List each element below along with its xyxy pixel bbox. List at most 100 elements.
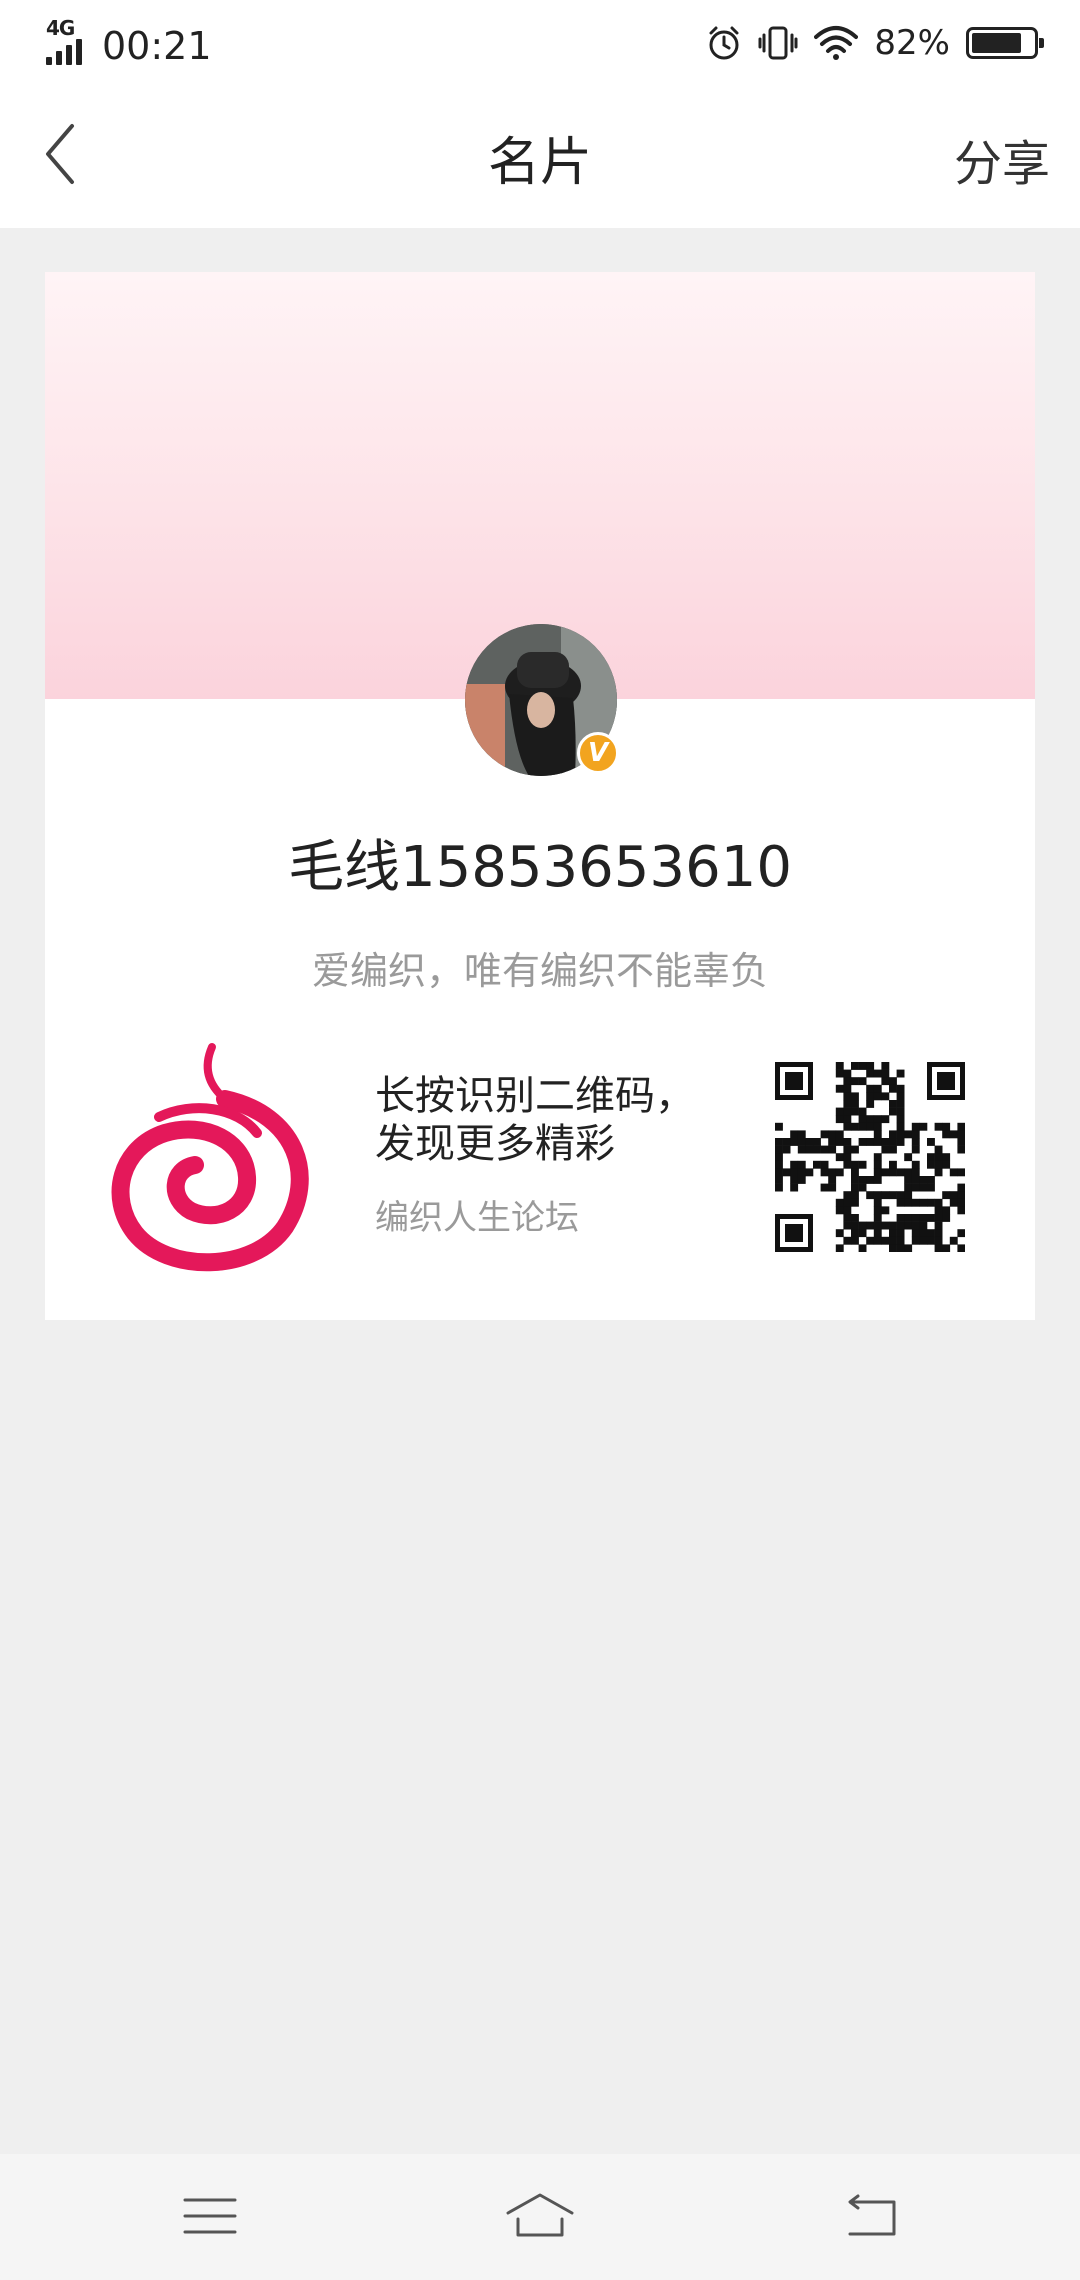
qr-module bbox=[927, 1183, 935, 1192]
qr-module bbox=[904, 1198, 913, 1207]
qr-module bbox=[775, 1122, 783, 1131]
qr-module bbox=[866, 1100, 875, 1108]
qr-module bbox=[896, 1168, 905, 1177]
qr-module bbox=[896, 1229, 905, 1238]
qr-module bbox=[775, 1176, 783, 1184]
battery-level bbox=[972, 33, 1022, 53]
qr-module bbox=[843, 1214, 852, 1222]
qr-module bbox=[873, 1229, 882, 1238]
qr-module bbox=[942, 1122, 951, 1131]
qr-module bbox=[858, 1138, 867, 1146]
qr-module bbox=[851, 1221, 859, 1230]
qr-module bbox=[873, 1084, 882, 1093]
qr-module bbox=[873, 1069, 882, 1078]
qr-module bbox=[896, 1236, 905, 1245]
qr-module bbox=[835, 1115, 844, 1124]
qr-module bbox=[904, 1244, 913, 1252]
qr-module bbox=[911, 1176, 920, 1184]
qr-module bbox=[843, 1100, 852, 1108]
qr-module bbox=[934, 1160, 943, 1169]
qr-module bbox=[927, 1198, 935, 1207]
qr-module bbox=[911, 1183, 920, 1192]
qr-module bbox=[949, 1191, 958, 1200]
qr-module bbox=[866, 1191, 875, 1200]
qr-module bbox=[843, 1092, 852, 1101]
qr-module bbox=[927, 1229, 935, 1238]
qr-module bbox=[889, 1191, 897, 1200]
qr-module bbox=[896, 1244, 905, 1252]
qr-module bbox=[957, 1183, 965, 1192]
qr-module bbox=[911, 1160, 920, 1169]
qr-module bbox=[873, 1138, 882, 1146]
qr-module bbox=[835, 1244, 844, 1252]
qr-module bbox=[790, 1183, 799, 1192]
qr-module bbox=[851, 1176, 859, 1184]
qr-module bbox=[858, 1229, 867, 1238]
qr-module bbox=[911, 1138, 920, 1146]
qr-module bbox=[957, 1130, 965, 1139]
qr-module bbox=[813, 1138, 821, 1146]
qr-module bbox=[873, 1221, 882, 1230]
qr-module bbox=[927, 1176, 935, 1184]
qr-module bbox=[851, 1236, 859, 1245]
qr-module bbox=[957, 1145, 965, 1154]
menu-button[interactable] bbox=[170, 2184, 250, 2248]
qr-module bbox=[911, 1236, 920, 1245]
home-button[interactable] bbox=[500, 2184, 580, 2248]
qr-module bbox=[881, 1077, 890, 1086]
qr-module bbox=[919, 1229, 928, 1238]
qr-module bbox=[843, 1069, 852, 1078]
qr-module bbox=[775, 1153, 783, 1162]
qr-module bbox=[851, 1183, 859, 1192]
qr-module bbox=[949, 1130, 958, 1139]
qr-module bbox=[866, 1122, 875, 1131]
qr-code[interactable] bbox=[775, 1062, 965, 1252]
qr-module bbox=[957, 1198, 965, 1207]
qr-module bbox=[911, 1168, 920, 1177]
qr-module bbox=[927, 1160, 935, 1169]
qr-module bbox=[835, 1153, 844, 1162]
qr-module bbox=[851, 1168, 859, 1177]
qr-module bbox=[934, 1221, 943, 1230]
qr-module bbox=[934, 1153, 943, 1162]
qr-module bbox=[957, 1229, 965, 1238]
qr-module bbox=[911, 1145, 920, 1154]
share-button[interactable]: 分享 bbox=[954, 124, 1050, 194]
qr-module bbox=[843, 1084, 852, 1093]
qr-module bbox=[835, 1130, 844, 1139]
qr-module bbox=[858, 1221, 867, 1230]
qr-module bbox=[835, 1168, 844, 1177]
qr-module bbox=[835, 1206, 844, 1215]
qr-module bbox=[896, 1100, 905, 1108]
qr-module bbox=[858, 1115, 867, 1124]
qr-module bbox=[843, 1236, 852, 1245]
qr-module bbox=[942, 1191, 951, 1200]
qr-module bbox=[942, 1206, 951, 1215]
qr-module bbox=[775, 1168, 783, 1177]
nav-bar: 名片 分享 bbox=[0, 86, 1080, 228]
qr-module bbox=[896, 1198, 905, 1207]
qr-module bbox=[835, 1062, 844, 1070]
qr-module bbox=[873, 1153, 882, 1162]
qr-module bbox=[896, 1130, 905, 1139]
qr-module bbox=[889, 1244, 897, 1252]
qr-module bbox=[843, 1160, 852, 1169]
qr-module bbox=[881, 1062, 890, 1070]
qr-module bbox=[889, 1100, 897, 1108]
qr-module bbox=[942, 1244, 951, 1252]
profile-card: V 毛线15853653610 爱编织，唯有编织不能辜负 长按识别二维码， 发现… bbox=[45, 272, 1035, 1320]
qr-module bbox=[873, 1122, 882, 1131]
qr-module bbox=[873, 1160, 882, 1169]
qr-module bbox=[813, 1145, 821, 1154]
qr-module bbox=[904, 1183, 913, 1192]
vibrate-icon bbox=[758, 26, 798, 60]
qr-module bbox=[904, 1176, 913, 1184]
bottom-nav bbox=[0, 2154, 1080, 2280]
qr-module bbox=[889, 1077, 897, 1086]
qr-module bbox=[835, 1084, 844, 1093]
qr-module bbox=[851, 1198, 859, 1207]
qr-module bbox=[919, 1198, 928, 1207]
return-button[interactable] bbox=[830, 2184, 910, 2248]
qr-module bbox=[934, 1168, 943, 1177]
qr-module bbox=[911, 1221, 920, 1230]
